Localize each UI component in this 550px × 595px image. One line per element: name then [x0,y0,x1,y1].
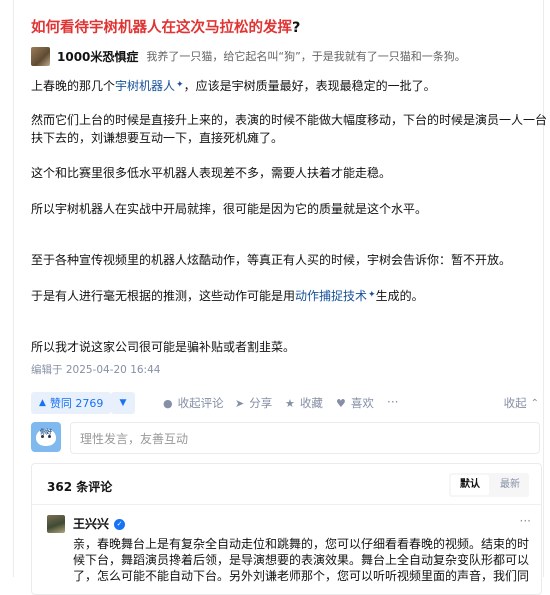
comment-count: 362 条评论 [47,480,113,494]
collapse-comments-button[interactable]: ● 收起评论 [163,392,224,414]
comment-line-3: 了，怎么可能不能自动下台。另外刘谦老师那个，您可以听听视频里面的声音，我们同 [73,569,530,583]
question-mark: ? [292,20,301,36]
author-avatar[interactable] [31,46,50,66]
divider [32,504,541,505]
unitree-robot-link-text[interactable]: 宇树机器人 [115,79,175,93]
answer-paragraph-3: 这个和比赛里很多低水平机器人表现差不多，需要人扶着才能走稳。 [31,166,392,180]
p1-after: ，应该是宇树质量最好，表现最稳定的一批了。 [183,79,436,93]
commenter-name[interactable]: 王兴兴 [73,515,109,533]
like-button[interactable]: ♥ 喜欢 [336,392,374,414]
comments-panel: 362 条评论 默认 最新 王兴兴 ✓ ··· 亲，春晚舞台上是有复杂全自动走位… [31,463,542,595]
question-title-text[interactable]: 如何看待宇树机器人在这次马拉松的发挥 [31,20,292,36]
comment-sort-toggle: 默认 最新 [449,473,529,497]
commenter-avatar[interactable] [47,515,65,533]
answer-card: 如何看待宇树机器人在这次马拉松的发挥? 1000米恐惧症 我养了一只猫，给它起名… [13,0,548,595]
sparkle-icon: ✦ [176,80,184,90]
favorite-label: 收藏 [299,396,323,410]
motion-capture-link[interactable]: 动作捕捉技术✦ [295,289,376,303]
comment-more-button[interactable]: ··· [520,515,531,527]
author-bio: 我养了一只猫，给它起名叫“狗”，于是我就有了一只猫和一条狗。 [146,50,466,63]
upvote-button[interactable]: ▲ 赞同 2769 [31,392,112,414]
p6-before: 于是有人进行毫无根据的推测，这些动作可能是用 [31,289,296,303]
sort-latest-tab[interactable]: 最新 [491,475,529,495]
heart-icon: ♥ [336,396,346,410]
edited-timestamp[interactable]: 编辑于 2025-04-20 16:44 [31,362,160,377]
answer-paragraph-2: 然而它们上台的时候是直接升上来的，表演的时候不能做大幅度移动，下台的时候是演员一… [31,111,548,147]
my-avatar: 你好 [31,422,61,452]
more-actions-button[interactable]: ··· [387,392,398,414]
author-name[interactable]: 1000米恐惧症 [57,48,138,65]
answer-paragraph-7: 所以我才说这家公司很可能是骗补贴或者割韭菜。 [31,340,296,354]
unitree-robot-link[interactable]: 宇树机器人✦ [115,79,184,93]
answer-paragraph-1: 上春晚的那几个宇树机器人✦，应该是宇树质量最好，表现最稳定的一批了。 [31,76,537,95]
p1-before: 上春晚的那几个 [31,79,116,93]
comment-line-2: 候下台，舞蹈演员搀着后领，是导演想要的表演效果。舞台上全自动复杂变队形都可以 [73,553,530,567]
p2-line-1: 然而它们上台的时候是直接升上来的，表演的时候不能做大幅度移动，下台的时候是演员一… [31,113,548,127]
commenter-name-row: 王兴兴 ✓ [73,515,126,533]
answer-paragraph-6: 于是有人进行毫无根据的推测，这些动作可能是用动作捕捉技术✦生成的。 [31,286,537,305]
sparkle-icon: ✦ [368,290,376,300]
upvote-label: 赞同 2769 [49,397,104,410]
collapse-label: 收起 [503,396,527,410]
favorite-button[interactable]: ★ 收藏 [285,392,323,414]
share-label: 分享 [249,396,273,410]
downvote-button[interactable]: ▼ [111,392,135,414]
upvote-icon: ▲ [39,398,46,408]
star-icon: ★ [285,396,295,410]
avatar-text: 你好 [40,429,53,436]
downvote-icon: ▼ [119,398,127,408]
collapse-comments-label: 收起评论 [177,396,224,410]
comment-icon: ● [163,396,173,410]
p6-after: 生成的。 [375,289,424,303]
verified-badge-icon: ✓ [114,518,126,530]
like-label: 喜欢 [350,396,374,410]
comment-line-1: 亲，春晚舞台上是有复杂全自动走位和跳舞的，您可以仔细看看春晚的视频。结束的时 [73,537,530,551]
collapse-answer-button[interactable]: 收起 ⌃ [504,392,539,414]
author-info: 1000米恐惧症 我养了一只猫，给它起名叫“狗”，于是我就有了一只猫和一条狗。 [31,46,466,66]
p2-line-2: 扶下去的，刘谦想要互动一下，直接死机瘫了。 [31,131,284,145]
answer-paragraph-5: 至于各种宣传视频里的机器人炫酷动作，等真正有人买的时候，宇树会告诉你：暂不开放。 [31,253,512,267]
chevron-up-icon: ⌃ [530,397,539,409]
share-button[interactable]: ➤ 分享 [235,392,272,414]
question-title[interactable]: 如何看待宇树机器人在这次马拉松的发挥? [31,16,300,37]
share-icon: ➤ [235,396,245,410]
sort-default-tab[interactable]: 默认 [451,475,489,495]
comment-input[interactable]: 理性发言，友善互动 [70,422,540,454]
answer-paragraph-4: 所以宇树机器人在实战中开局就摔，很可能是因为它的质量就是这个水平。 [31,202,428,216]
motion-capture-link-text[interactable]: 动作捕捉技术 [295,289,367,303]
action-bar: ▲ 赞同 2769 ▼ ● 收起评论 ➤ 分享 ★ 收藏 ♥ 喜欢 ··· 收起… [31,392,541,414]
